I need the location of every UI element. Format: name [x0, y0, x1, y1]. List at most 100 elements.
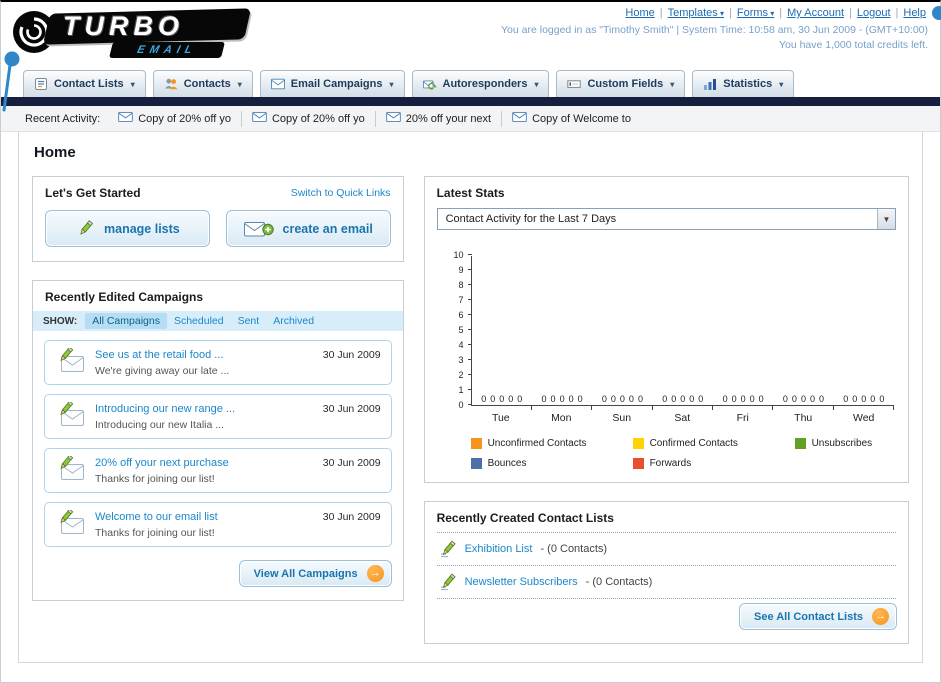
- x-axis-label-wed: Wed: [853, 412, 875, 424]
- view-all-campaigns-button[interactable]: View All Campaigns →: [238, 560, 392, 587]
- nav-tab-contacts[interactable]: Contacts ▾: [152, 70, 253, 97]
- x-axis-label-fri: Fri: [736, 412, 749, 424]
- legend-swatch: [470, 438, 482, 449]
- chart-value-label: 0: [490, 394, 496, 404]
- contacts-icon: [164, 77, 178, 91]
- top-nav-link-logout[interactable]: Logout: [857, 7, 891, 19]
- campaign-list-item[interactable]: Introducing our new range ... Introducing…: [44, 394, 392, 439]
- legend-label: Forwards: [649, 458, 692, 469]
- envelope-icon: [385, 112, 401, 125]
- campaign-list-item[interactable]: 20% off your next purchase Thanks for joi…: [44, 448, 392, 493]
- top-nav-link-help[interactable]: Help: [903, 7, 926, 19]
- stats-filter-select[interactable]: Contact Activity for the Last 7 Days ▼: [436, 208, 896, 230]
- contact-activity-chart: 0 1 2 3 4 5 6 7 8 9 10 0 0 0 0 0 0 0 0 0 0 0 0 0 0 0 0 0 0 0 0 0 0 0 0 0 0 0 0…: [425, 242, 908, 424]
- recent-activity-item[interactable]: Copy of Welcome to: [502, 111, 641, 127]
- chart-value-label: 0: [568, 394, 574, 404]
- pencil-icon: [75, 219, 95, 239]
- chevron-down-icon: ▾: [237, 79, 242, 89]
- campaign-title-link[interactable]: Welcome to our email list: [95, 511, 313, 523]
- envelope-icon: [512, 112, 527, 125]
- campaign-filter-tab-all-campaigns[interactable]: All Campaigns: [85, 313, 167, 329]
- chart-value-label: 0: [517, 394, 523, 404]
- chevron-down-icon: ▾: [130, 79, 135, 89]
- chart-value-label: 0: [722, 394, 728, 404]
- chart-value-label: 0: [610, 394, 616, 404]
- recent-activity-item[interactable]: Copy of 20% off yo: [242, 110, 376, 127]
- top-nav-links: Home | Templates ▾ | Forms ▾ | My Account | Logo…: [501, 7, 928, 19]
- campaign-list-item[interactable]: Welcome to our email list Thanks for join…: [44, 502, 392, 547]
- legend-label: Unconfirmed Contacts: [487, 438, 587, 449]
- x-axis-label-sun: Sun: [612, 412, 632, 424]
- recent-activity-item[interactable]: Copy of 20% off yo: [108, 110, 242, 127]
- top-header: TURBO EMAIL Home | Templates ▾ | Forms ▾ | My …: [1, 2, 940, 66]
- y-axis-tick-label: 7: [458, 295, 464, 305]
- nav-tab-email-campaigns[interactable]: Email Campaigns ▾: [259, 70, 405, 97]
- contact-list-name-link[interactable]: Newsletter Subscribers: [465, 576, 578, 588]
- campaign-title-link[interactable]: Introducing our new range ...: [95, 403, 313, 415]
- chart-value-labels: 00000: [773, 394, 833, 404]
- app-logo[interactable]: TURBO EMAIL: [11, 5, 291, 63]
- x-axis-label-thu: Thu: [794, 412, 813, 424]
- right-column: Latest Stats Contact Activity for the La…: [423, 176, 909, 644]
- nav-separator: |: [849, 7, 852, 19]
- campaign-list-item[interactable]: See us at the retail food ... We're givin…: [44, 340, 392, 385]
- y-axis-tick-label: 6: [458, 310, 464, 320]
- chart-value-label: 0: [758, 394, 764, 404]
- contact-lists-panel-footer: See All Contact Lists →: [425, 599, 908, 643]
- contact-lists-panel-header: Recently Created Contact Lists: [425, 502, 908, 532]
- nav-tab-statistics[interactable]: Statistics ▾: [692, 70, 795, 97]
- chart-value-label: 0: [731, 394, 737, 404]
- contact-list-count: - (0 Contacts): [540, 543, 608, 555]
- header-right: Home | Templates ▾ | Forms ▾ | My Account | Logo…: [501, 7, 928, 51]
- legend-item-confirmed-contacts: Confirmed Contacts: [632, 438, 795, 449]
- top-nav-link-forms[interactable]: Forms ▾: [737, 7, 774, 19]
- create-email-button[interactable]: create an email: [225, 210, 391, 247]
- chart-category-group-fri: 00000: [713, 256, 774, 410]
- nav-tab-custom-fields[interactable]: Custom Fields ▾: [556, 70, 686, 97]
- contact-list-name-link[interactable]: Exhibition List: [465, 543, 533, 555]
- y-axis-tick-label: 8: [458, 280, 464, 290]
- recent-activity-item[interactable]: 20% off your next: [376, 110, 503, 127]
- top-nav-link-my-account[interactable]: My Account: [787, 7, 844, 19]
- envelope-icon: [118, 112, 133, 125]
- campaign-envelope-pencil-icon: [55, 510, 85, 535]
- y-axis-tick-label: 10: [453, 250, 464, 260]
- campaign-filter-tab-sent[interactable]: Sent: [231, 313, 267, 329]
- chart-value-label: 0: [749, 394, 755, 404]
- chart-value-label: 0: [508, 394, 514, 404]
- y-axis-tick-label: 0: [458, 400, 464, 410]
- get-started-header: Let's Get Started Switch to Quick Links: [33, 177, 403, 207]
- chart-value-label: 0: [740, 394, 746, 404]
- legend-swatch: [632, 458, 644, 469]
- corner-dot-decoration: [932, 6, 941, 20]
- top-nav-link-home[interactable]: Home: [625, 7, 654, 19]
- nav-tab-label: Custom Fields: [587, 78, 664, 90]
- campaign-filter-tab-scheduled[interactable]: Scheduled: [167, 313, 231, 329]
- manage-lists-button[interactable]: manage lists: [45, 210, 210, 247]
- campaign-title-link[interactable]: 20% off your next purchase: [95, 457, 313, 469]
- logo-subtitle: EMAIL: [135, 44, 199, 56]
- legend-item-forwards: Forwards: [632, 458, 738, 469]
- chart-value-label: 0: [680, 394, 686, 404]
- campaign-title-link[interactable]: See us at the retail food ...: [95, 349, 313, 361]
- see-all-contact-lists-button[interactable]: See All Contact Lists →: [738, 603, 897, 630]
- nav-tab-label: Contact Lists: [54, 78, 124, 90]
- top-nav-link-templates[interactable]: Templates ▾: [668, 7, 724, 19]
- logo-title: TURBO: [63, 11, 184, 41]
- contact-lists: Exhibition List - (0 Contacts) Newsletter …: [436, 532, 896, 599]
- nav-tab-autoresponders[interactable]: Autoresponders ▾: [411, 70, 550, 97]
- switch-to-quick-links-link[interactable]: Switch to Quick Links: [291, 187, 391, 199]
- nav-divider-bar: [1, 97, 940, 106]
- stats-panel-title: Latest Stats: [436, 186, 505, 200]
- contact-list-item[interactable]: Newsletter Subscribers - (0 Contacts): [436, 566, 896, 599]
- chart-value-label: 0: [861, 394, 867, 404]
- contact-list-count: - (0 Contacts): [585, 576, 653, 588]
- campaign-filter-tab-archived[interactable]: Archived: [266, 313, 321, 329]
- nav-tab-contact-lists[interactable]: Contact Lists ▾: [23, 70, 146, 97]
- contact-list-item[interactable]: Exhibition List - (0 Contacts): [436, 533, 896, 566]
- campaign-date: 30 Jun 2009: [322, 403, 381, 415]
- campaign-envelope-pencil-icon: [55, 456, 85, 481]
- chart-value-label: 0: [481, 394, 487, 404]
- legend-swatch: [794, 438, 806, 449]
- chevron-down-icon: ▾: [779, 79, 784, 89]
